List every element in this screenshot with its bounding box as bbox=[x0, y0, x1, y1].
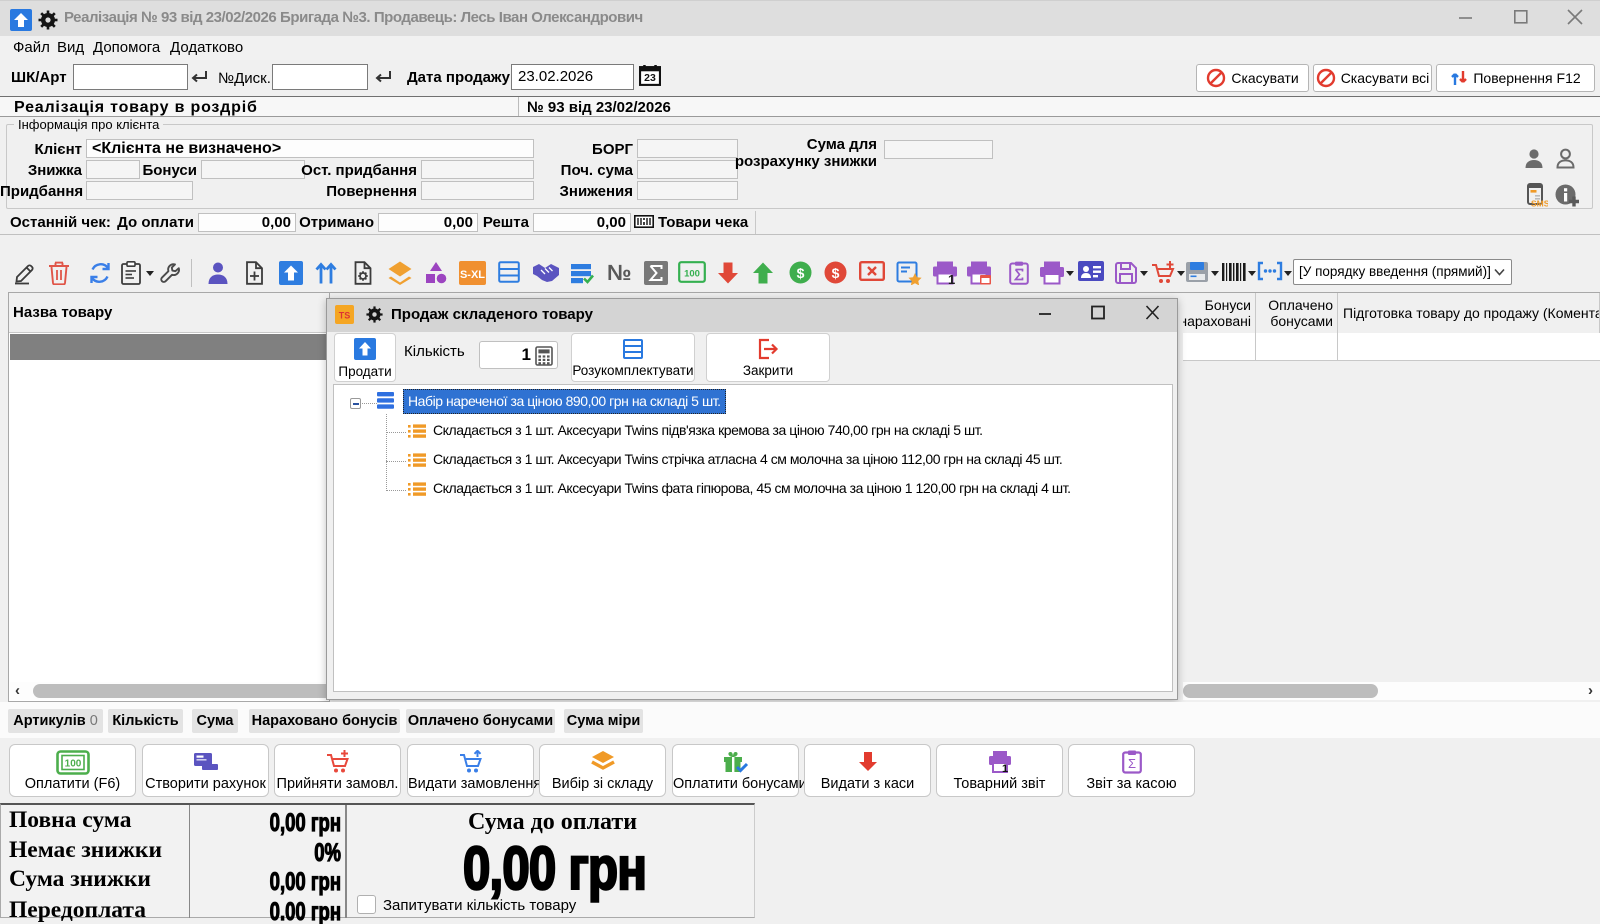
svg-text:100: 100 bbox=[684, 269, 700, 280]
svg-text:S-XL: S-XL bbox=[460, 269, 485, 281]
svg-text:$: $ bbox=[832, 265, 840, 281]
svg-text:TS: TS bbox=[339, 311, 351, 321]
svg-text:100: 100 bbox=[64, 759, 81, 770]
svg-text:№: № bbox=[607, 261, 632, 285]
svg-text:1: 1 bbox=[948, 272, 955, 285]
svg-text:SMS: SMS bbox=[1531, 199, 1548, 208]
svg-text:23: 23 bbox=[644, 73, 656, 84]
svg-text:1: 1 bbox=[1002, 763, 1008, 774]
svg-text:Σ: Σ bbox=[1127, 756, 1135, 771]
svg-text:$: $ bbox=[797, 265, 805, 281]
